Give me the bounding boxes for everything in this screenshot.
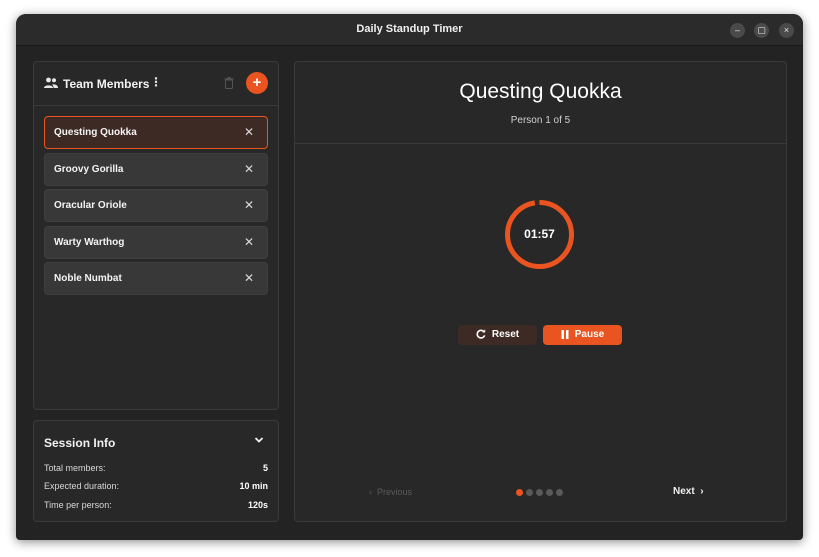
member-item[interactable]: Groovy Gorilla ✕ <box>44 153 268 186</box>
progress-dot <box>516 489 523 496</box>
member-item[interactable]: Oracular Oriole ✕ <box>44 189 268 222</box>
session-value: 10 min <box>239 481 268 491</box>
session-value: 120s <box>247 500 268 510</box>
remove-member-icon[interactable]: ✕ <box>244 271 254 285</box>
session-label: Expected duration: <box>44 481 120 491</box>
remove-member-icon[interactable]: ✕ <box>244 162 254 176</box>
minimize-button[interactable]: – <box>730 23 745 38</box>
team-members-panel: Team Members ⋮ + Questing Quokka ✕ Groov… <box>33 61 279 410</box>
member-item[interactable]: Questing Quokka ✕ <box>44 116 268 149</box>
chevron-down-icon[interactable] <box>254 436 264 444</box>
remove-member-icon[interactable]: ✕ <box>244 198 254 212</box>
add-member-button[interactable]: + <box>246 72 268 94</box>
app-window: Daily Standup Timer – ▢ × Team Members ⋮… <box>16 14 803 540</box>
member-name: Noble Numbat <box>54 273 122 284</box>
previous-label: Previous <box>377 487 413 497</box>
team-members-header: Team Members ⋮ + <box>34 62 278 106</box>
member-name: Warty Warthog <box>54 237 125 248</box>
session-label: Time per person: <box>44 500 112 510</box>
session-row-total-members: Total members: 5 <box>44 463 268 473</box>
timer-display: 01:57 <box>524 227 555 241</box>
next-button[interactable]: Next › <box>673 486 704 497</box>
pause-icon <box>561 329 569 339</box>
session-value: 5 <box>262 463 268 473</box>
person-progress: Person 1 of 5 <box>510 115 571 126</box>
session-info-panel: Session Info Total members: 5 Expected d… <box>33 420 279 522</box>
window-title: Daily Standup Timer <box>356 23 463 35</box>
chevron-right-icon: › <box>700 486 704 497</box>
pause-label: Pause <box>574 329 605 340</box>
session-row-expected-duration: Expected duration: 10 min <box>44 481 268 491</box>
maximize-button[interactable]: ▢ <box>754 23 769 38</box>
remove-member-icon[interactable]: ✕ <box>244 235 254 249</box>
member-name: Questing Quokka <box>54 127 137 138</box>
member-name: Oracular Oriole <box>54 200 127 211</box>
member-item[interactable]: Warty Warthog ✕ <box>44 226 268 259</box>
trash-icon[interactable] <box>224 77 234 89</box>
team-members-title: Team Members <box>63 77 150 91</box>
refresh-icon <box>476 329 486 340</box>
people-icon <box>44 77 58 88</box>
more-options-icon[interactable]: ⋮ <box>150 75 162 89</box>
member-name: Groovy Gorilla <box>54 164 124 175</box>
pause-button[interactable]: Pause <box>543 325 622 345</box>
next-label: Next <box>673 486 695 497</box>
reset-label: Reset <box>491 329 520 340</box>
timer-panel: Questing Quokka Person 1 of 5 01:57 Rese… <box>294 61 787 522</box>
session-label: Total members: <box>44 463 106 473</box>
title-bar[interactable]: Daily Standup Timer – ▢ × <box>16 14 803 46</box>
current-person-name: Questing Quokka <box>459 80 622 103</box>
close-window-button[interactable]: × <box>779 23 794 38</box>
session-info-title: Session Info <box>44 436 116 450</box>
divider <box>295 143 786 144</box>
progress-dot <box>546 489 553 496</box>
remove-member-icon[interactable]: ✕ <box>244 125 254 139</box>
member-item[interactable]: Noble Numbat ✕ <box>44 262 268 295</box>
session-row-time-per-person: Time per person: 120s <box>44 500 268 510</box>
progress-dot <box>556 489 563 496</box>
progress-dot <box>526 489 533 496</box>
reset-button[interactable]: Reset <box>458 325 537 345</box>
progress-dot <box>536 489 543 496</box>
chevron-left-icon: ‹ <box>369 487 372 497</box>
previous-button[interactable]: ‹ Previous <box>369 487 412 497</box>
